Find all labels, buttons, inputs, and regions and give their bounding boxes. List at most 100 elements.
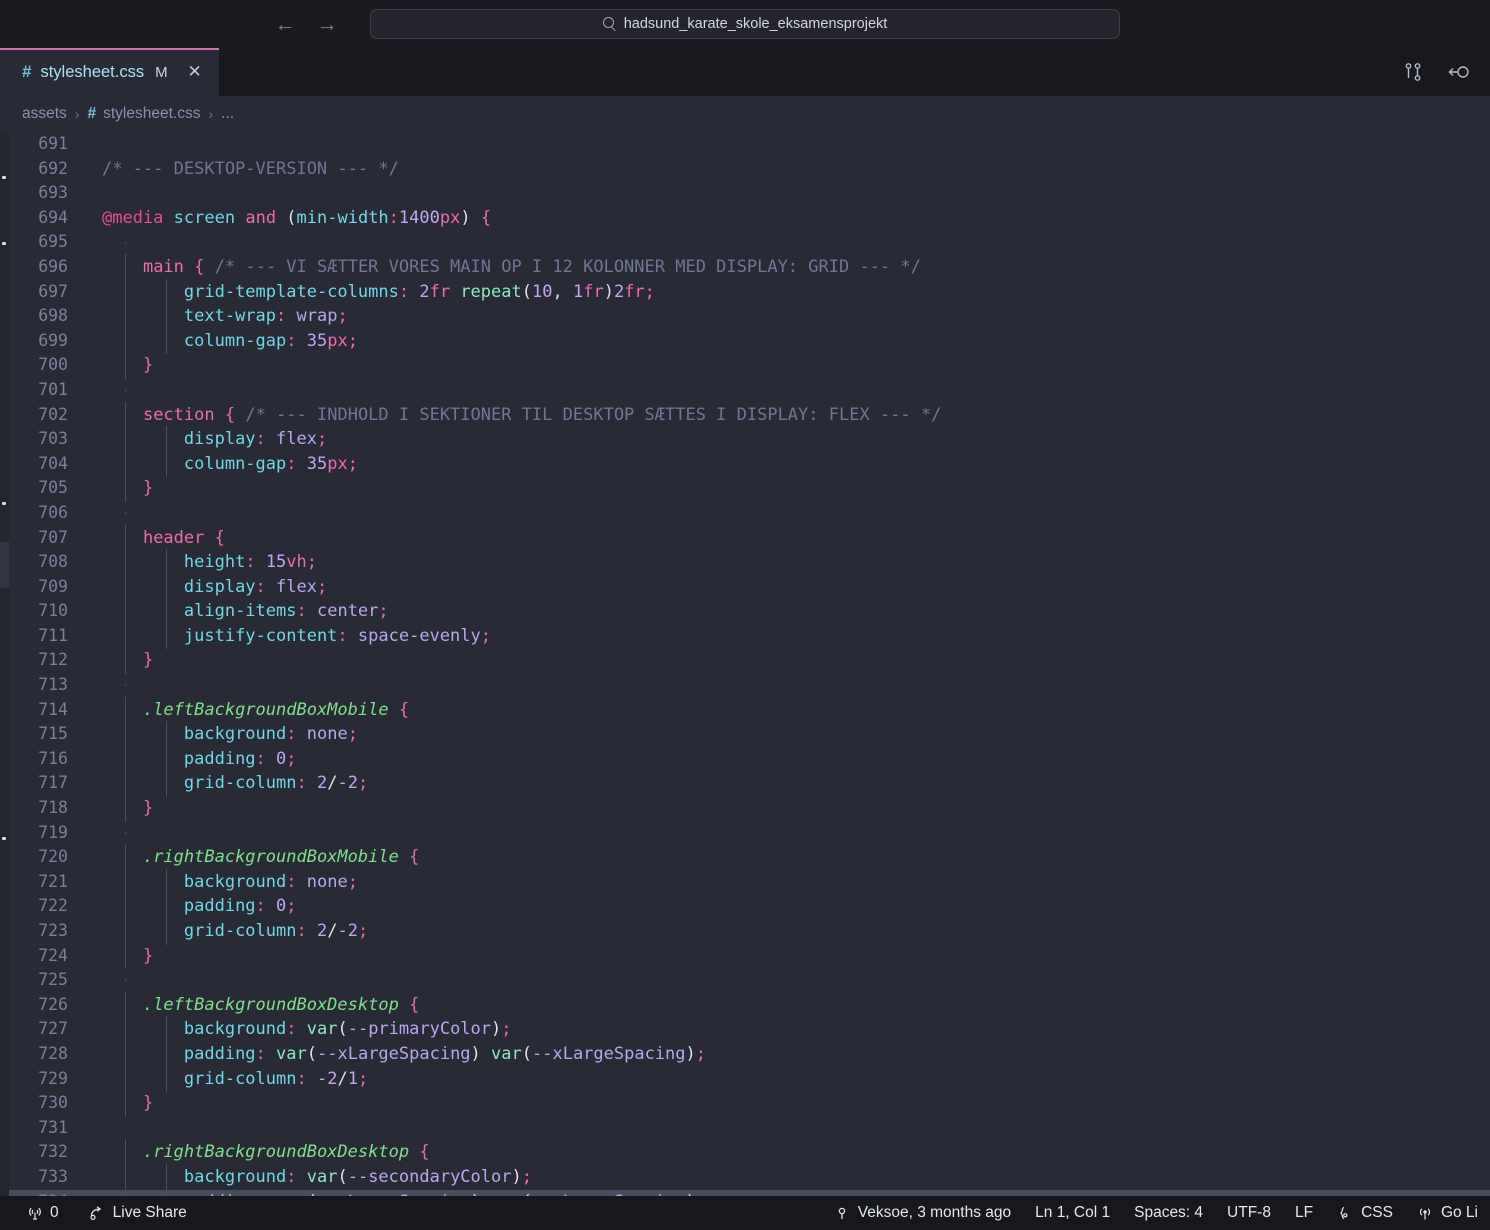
status-remote-indicator[interactable]: 0	[14, 1196, 71, 1230]
code-line[interactable]: 693	[0, 181, 1490, 206]
line-number: 691	[38, 134, 68, 153]
code-line[interactable]: 719	[0, 821, 1490, 846]
status-language-mode[interactable]: CSS	[1325, 1196, 1405, 1230]
code-line[interactable]: 725	[0, 968, 1490, 993]
code-line[interactable]: 734 padding: var(--xLargeSpacing) var(--…	[0, 1188, 1490, 1196]
indent-guide	[124, 979, 126, 982]
code-line[interactable]: 691	[0, 132, 1490, 157]
code-line[interactable]: 724 }	[0, 942, 1490, 970]
open-changes-icon[interactable]	[1446, 59, 1472, 85]
code-line[interactable]: 705 }	[0, 475, 1490, 502]
status-language-mode-label: CSS	[1361, 1204, 1393, 1221]
line-content: display: flex;	[84, 426, 1490, 453]
code-token: ;	[317, 576, 328, 597]
code-token: :	[296, 773, 307, 794]
code-token: --xLargeSpacing	[317, 1043, 471, 1064]
code-line[interactable]: 700 }	[0, 352, 1490, 379]
forward-arrow-icon[interactable]: →	[314, 11, 340, 37]
status-cursor-position[interactable]: Ln 1, Col 1	[1023, 1196, 1122, 1230]
back-arrow-icon[interactable]: ←	[272, 11, 298, 37]
css-brace-icon	[1337, 1205, 1354, 1222]
code-line[interactable]: 723 grid-column: 2/-2;	[0, 918, 1490, 945]
code-line[interactable]: 707 header {	[0, 524, 1490, 552]
code-line[interactable]: 730 }	[0, 1090, 1490, 1117]
code-token: :	[286, 453, 297, 474]
code-line[interactable]: 698 text-wrap: wrap;	[0, 303, 1490, 330]
code-line[interactable]: 699 column-gap: 35px;	[0, 327, 1490, 355]
code-line[interactable]: 702 section { /* --- INDHOLD I SEKTIONER…	[0, 401, 1490, 429]
code-token: fr	[583, 281, 604, 302]
code-line[interactable]: 703 display: flex;	[0, 426, 1490, 453]
code-line[interactable]: 732 .rightBackgroundBoxDesktop {	[0, 1139, 1490, 1166]
editor-overview-ruler[interactable]	[0, 132, 9, 1196]
code-line[interactable]: 711 justify-content: space-evenly;	[0, 622, 1490, 650]
code-line[interactable]: 713	[0, 673, 1490, 698]
breadcrumb-item-assets[interactable]: assets	[22, 105, 67, 123]
code-line[interactable]: 721 background: none;	[0, 868, 1490, 896]
line-number: 698	[38, 306, 68, 326]
code-line[interactable]: 715 background: none;	[0, 721, 1490, 748]
code-line[interactable]: 729 grid-column: -2/1;	[0, 1065, 1490, 1093]
code-line[interactable]: 701	[0, 378, 1490, 403]
code-line[interactable]: 692 /* --- DESKTOP-VERSION --- */	[0, 157, 1490, 182]
code-line[interactable]: 731	[0, 1116, 1490, 1141]
code-line[interactable]: 733 background: var(--secondaryColor);	[0, 1163, 1490, 1191]
code-token: :	[286, 1019, 297, 1040]
line-number: 731	[38, 1117, 68, 1137]
tab-stylesheet-css[interactable]: # stylesheet.css M ✕	[0, 48, 219, 96]
code-token: 1	[347, 1068, 358, 1089]
code-line[interactable]: 717 grid-column: 2/-2;	[0, 770, 1490, 798]
code-line[interactable]: 695	[0, 230, 1490, 255]
code-token: {	[194, 256, 205, 277]
status-encoding[interactable]: UTF-8	[1215, 1196, 1283, 1230]
code-line[interactable]: 722 padding: 0;	[0, 893, 1490, 920]
code-line[interactable]: 704 column-gap: 35px;	[0, 450, 1490, 478]
status-git-blame[interactable]: Veksoe, 3 months ago	[822, 1196, 1023, 1230]
command-center-search-input[interactable]: hadsund_karate_skole_eksamensprojekt	[370, 9, 1120, 39]
close-icon[interactable]: ✕	[185, 62, 205, 82]
line-content: grid-column: 2/-2;	[84, 918, 1490, 945]
code-line[interactable]: 718 }	[0, 795, 1490, 822]
code-line[interactable]: 720 .rightBackgroundBoxMobile {	[0, 844, 1490, 871]
code-line[interactable]: 694 @media screen and (min-width:1400px) …	[0, 206, 1490, 231]
code-token: ;	[347, 871, 358, 892]
code-token: ;	[357, 773, 369, 794]
split-editor-icon[interactable]	[1400, 59, 1426, 85]
code-token: )	[470, 1043, 492, 1064]
line-number: 701	[38, 379, 68, 399]
code-line[interactable]: 696 main { /* --- VI SÆTTER VORES MAIN O…	[0, 253, 1490, 281]
status-remote-label: 0	[50, 1204, 59, 1221]
code-line[interactable]: 708 height: 15vh;	[0, 549, 1490, 576]
code-line[interactable]: 709 display: flex;	[0, 573, 1490, 601]
code-token: }	[142, 945, 154, 966]
code-line[interactable]: 714 .leftBackgroundBoxMobile {	[0, 696, 1490, 724]
code-line[interactable]: 710 align-items: center;	[0, 598, 1490, 625]
code-line[interactable]: 727 background: var(--primaryColor);	[0, 1016, 1490, 1043]
code-line[interactable]: 706	[0, 501, 1490, 526]
code-token: flex	[276, 429, 317, 450]
status-indentation[interactable]: Spaces: 4	[1122, 1196, 1215, 1230]
line-number: 729	[38, 1068, 68, 1088]
code-line[interactable]: 726 .leftBackgroundBoxDesktop {	[0, 991, 1490, 1019]
code-line[interactable]: 712 }	[0, 647, 1490, 675]
breadcrumb-item-stylesheet[interactable]: # stylesheet.css	[87, 105, 200, 123]
code-token: min-width	[296, 207, 389, 228]
line-number: 696	[38, 256, 68, 276]
indent-guide	[124, 278, 126, 306]
breadcrumb-item-symbols[interactable]: ...	[221, 105, 234, 123]
status-go-live[interactable]: Go Li	[1405, 1196, 1490, 1230]
indent-guide	[124, 524, 126, 552]
status-live-share[interactable]: Live Share	[77, 1196, 199, 1230]
code-line[interactable]: 716 padding: 0;	[0, 745, 1490, 773]
line-content: background: none;	[84, 721, 1490, 748]
code-line[interactable]: 697 grid-template-columns: 2fr repeat(10…	[0, 278, 1490, 306]
code-line[interactable]: 728 padding: var(--xLargeSpacing) var(--…	[0, 1040, 1490, 1068]
status-eol[interactable]: LF	[1283, 1196, 1325, 1230]
code-editor[interactable]: 691 692/* --- DESKTOP-VERSION --- */693 69…	[0, 132, 1490, 1196]
